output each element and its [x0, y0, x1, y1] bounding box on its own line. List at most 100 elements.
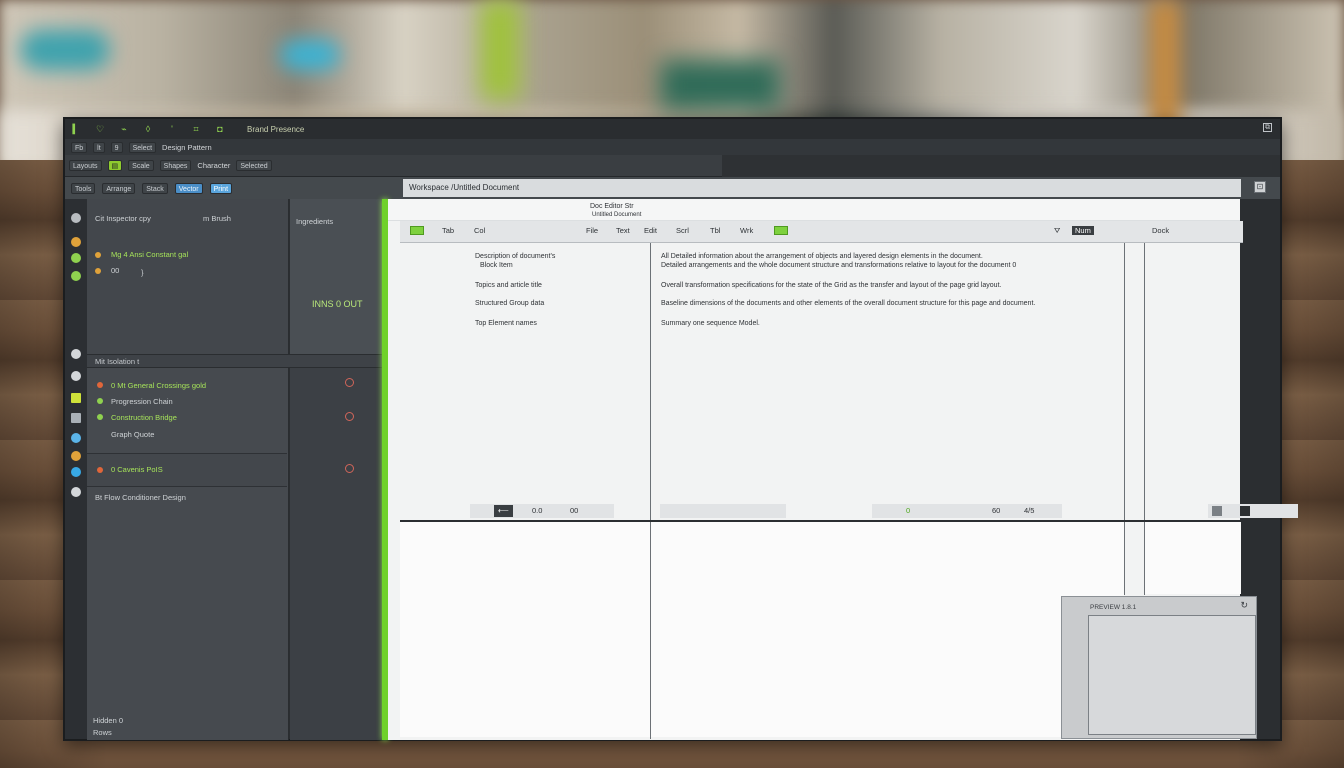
filter-icon[interactable]: ⛛: [1054, 226, 1060, 236]
right-status: [1208, 504, 1298, 518]
toolbar1-item[interactable]: lt: [93, 141, 105, 153]
status-value: 00: [570, 506, 579, 515]
layer-row[interactable]: 0 Mt General Crossings gold: [111, 381, 206, 390]
lower-pane: [651, 522, 1124, 737]
mid-col-text: All Detailed information about the arran…: [661, 253, 983, 260]
lower-pane: [400, 522, 650, 737]
layer-dot: [97, 467, 103, 473]
status-indicator: 0: [906, 506, 911, 515]
preview-canvas[interactable]: [1088, 615, 1256, 735]
layer-row[interactable]: Graph Quote: [111, 430, 154, 439]
circle-icon[interactable]: [71, 213, 81, 223]
status-value: 60: [992, 506, 1001, 515]
ingredients-panel: Ingredients INNS 0 OUT: [290, 199, 382, 354]
window-title: Brand Presence: [247, 124, 305, 134]
doc-tab[interactable]: Edit: [644, 226, 657, 235]
plugin-icon[interactable]: [71, 271, 81, 281]
tb2-item[interactable]: Scale: [128, 160, 154, 171]
toolbar1-item[interactable]: 9: [110, 141, 123, 153]
toolbar-secondary-rest: [722, 155, 1280, 177]
tab-active-icon[interactable]: [774, 226, 788, 235]
tb2-item[interactable]: Layouts: [69, 160, 102, 171]
status-dot: [95, 268, 101, 274]
tb3-item[interactable]: Stack: [142, 182, 168, 194]
tb3-item[interactable]: Print: [209, 182, 233, 194]
layer-row[interactable]: Progression Chain: [111, 397, 173, 406]
flow-row[interactable]: Bt Flow Conditioner Design: [95, 493, 186, 502]
restore-icon[interactable]: ⧉: [1263, 123, 1272, 132]
layer-row[interactable]: Construction Bridge: [111, 413, 177, 422]
heart-icon[interactable]: ♡: [95, 124, 105, 134]
doc-tab[interactable]: File: [586, 226, 598, 235]
doc-tab[interactable]: Text: [616, 226, 630, 235]
doc-subtitle: Untitled Document: [592, 212, 642, 218]
mid-col-text: Baseline dimensions of the documents and…: [661, 300, 1036, 307]
target-icon[interactable]: [345, 464, 354, 473]
left-col-text: Top Element names: [475, 320, 537, 327]
tb2-item[interactable]: Shapes: [159, 160, 192, 171]
stop-icon[interactable]: [1240, 506, 1250, 516]
link-icon[interactable]: ⌁: [119, 124, 129, 134]
toolbar1-item[interactable]: Select: [128, 141, 157, 153]
tb2-item[interactable]: Selected: [236, 160, 272, 171]
layer-row-selected[interactable]: 0 Cavenis PoIS: [111, 465, 163, 474]
preview-panel: PREVIEW 1.8.1 ↻: [1061, 596, 1257, 739]
column-divider: [1124, 243, 1125, 595]
refresh-icon[interactable]: ↻: [1240, 600, 1248, 611]
doc-tab[interactable]: Tbl: [710, 226, 720, 235]
back-button[interactable]: ⟵: [494, 505, 513, 517]
tb3-item[interactable]: Arrange: [102, 182, 136, 194]
mid-status: 0 60 4/5: [872, 504, 1062, 518]
toolbar-secondary: Layouts ▤ Scale Shapes Character Selecte…: [65, 155, 722, 177]
inspector-line: 00: [111, 266, 120, 275]
cloud-icon[interactable]: [71, 349, 81, 359]
ingredients-value: INNS 0 OUT: [312, 299, 363, 309]
doc-tab[interactable]: Tab: [442, 226, 454, 235]
ingredients-label: Ingredients: [296, 217, 334, 226]
preview-label: PREVIEW 1.8.1: [1090, 604, 1137, 611]
app-icon[interactable]: ▍: [71, 124, 81, 134]
tb3-item[interactable]: Tools: [71, 182, 96, 194]
tb2-item-active[interactable]: ▤: [107, 160, 123, 171]
ruler-icon[interactable]: ⌗: [191, 124, 201, 134]
tab-active-icon[interactable]: [410, 226, 424, 235]
status-dot: [95, 252, 101, 258]
doc-header: Doc Editor Str Untitled Document: [388, 199, 1240, 221]
chat-icon[interactable]: ◘: [215, 124, 225, 134]
mid-col-text: Summary one sequence Model.: [661, 320, 760, 327]
leaf-icon[interactable]: [71, 253, 81, 263]
left-col-text: Description of document's: [475, 253, 556, 260]
icon-rail: [65, 199, 87, 739]
target-icon[interactable]: [345, 378, 354, 387]
shield-icon[interactable]: ◊: [143, 124, 153, 134]
tb3-item[interactable]: Vector: [174, 182, 203, 194]
footer-count: Hidden 0: [93, 716, 124, 725]
toolbar1-label: Design Pattern: [162, 142, 212, 152]
note-icon[interactable]: [71, 393, 81, 403]
isolation-header[interactable]: Mit Isolation t: [87, 354, 382, 368]
folder-icon[interactable]: [71, 237, 81, 247]
footer-rows: Rows: [93, 728, 112, 737]
table-icon[interactable]: [71, 413, 81, 423]
doc-tab[interactable]: Col: [474, 226, 485, 235]
drop-icon[interactable]: [71, 433, 81, 443]
pin-icon[interactable]: ': [167, 124, 177, 134]
doc-tab[interactable]: Scrl: [676, 226, 689, 235]
water-icon[interactable]: [71, 467, 81, 477]
target-icon[interactable]: [345, 412, 354, 421]
maximize-icon[interactable]: ⊡: [1254, 181, 1266, 193]
chat-bubble-icon[interactable]: [71, 487, 81, 497]
user-icon[interactable]: [71, 371, 81, 381]
left-status: ⟵ 0.0 00: [470, 504, 614, 518]
grid-icon[interactable]: [1212, 506, 1222, 516]
toolbar1-item[interactable]: Fb: [71, 141, 88, 153]
dock-tab[interactable]: Dock: [1152, 226, 1169, 235]
selected-layer-box[interactable]: 0 Cavenis PoIS: [87, 453, 287, 487]
dock-button[interactable]: Num: [1072, 226, 1094, 235]
tb2-label[interactable]: Character: [197, 161, 230, 170]
brush-label[interactable]: m Brush: [203, 214, 231, 223]
doc-tab[interactable]: Wrk: [740, 226, 753, 235]
flame-icon[interactable]: [71, 451, 81, 461]
inspector-line: }: [141, 268, 144, 277]
mid-col-text: Overall transformation specifications fo…: [661, 282, 1002, 289]
